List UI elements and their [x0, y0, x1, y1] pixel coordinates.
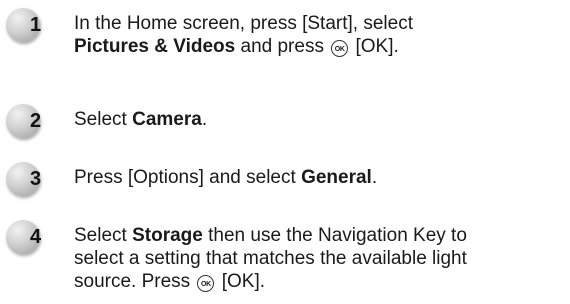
- step-number: 3: [30, 168, 42, 190]
- step-1: 1 In the Home screen, press [Start], sel…: [0, 6, 564, 58]
- ok-key-icon: OK: [197, 275, 215, 292]
- step-number: 2: [30, 110, 42, 132]
- step-instruction: Press [Options] and select General.: [74, 166, 564, 189]
- step-number: 1: [30, 14, 42, 36]
- step-text: Select: [74, 225, 133, 246]
- step-text: Press [Options] and select: [74, 167, 302, 188]
- step-instruction: Select Camera.: [74, 108, 564, 131]
- step-text: select a setting that matches the availa…: [74, 248, 467, 269]
- step-text: [OK].: [216, 271, 266, 292]
- step-number-badge: 3: [0, 160, 62, 200]
- step-3: 3 Press [Options] and select General.: [0, 160, 564, 200]
- step-number-badge: 1: [0, 6, 62, 46]
- ok-key-icon: OK: [331, 40, 349, 57]
- step-number-badge: 4: [0, 218, 62, 258]
- step-instruction: In the Home screen, press [Start], selec…: [74, 12, 564, 58]
- step-bold-term: General: [301, 167, 372, 188]
- step-text: .: [371, 167, 378, 188]
- step-number-badge: 2: [0, 102, 62, 142]
- step-instruction: Select Storage then use the Navigation K…: [74, 224, 564, 293]
- step-text: then use the Navigation Key to: [202, 225, 467, 246]
- step-number: 4: [30, 226, 42, 248]
- step-text: [OK].: [350, 36, 399, 57]
- step-2: 2 Select Camera.: [0, 102, 564, 142]
- step-text: Select: [74, 109, 133, 130]
- step-text: and press: [235, 36, 330, 57]
- step-bold-term: Pictures & Videos: [74, 36, 236, 57]
- step-text: source. Press: [74, 271, 196, 292]
- step-bold-term: Storage: [132, 225, 203, 246]
- step-text: .: [201, 109, 208, 130]
- step-text: In the Home screen, press [Start], selec…: [74, 13, 413, 34]
- step-4: 4 Select Storage then use the Navigation…: [0, 218, 564, 293]
- step-bold-term: Camera: [132, 109, 202, 130]
